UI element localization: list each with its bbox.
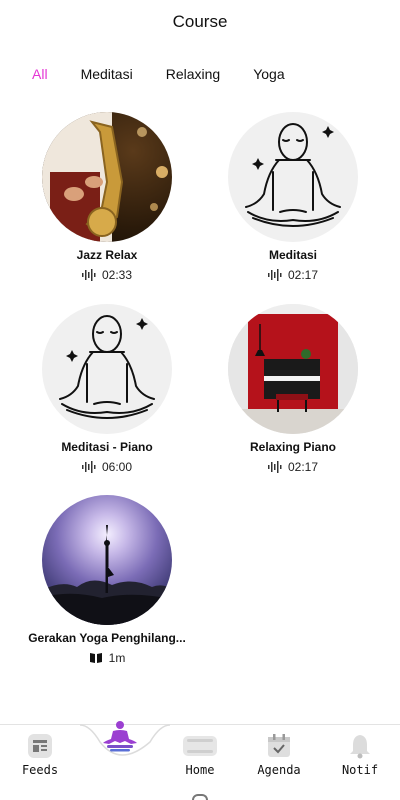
audio-wave-icon (81, 269, 96, 281)
feeds-icon (28, 734, 52, 758)
calendar-check-icon (268, 734, 290, 757)
course-thumbnail (42, 112, 172, 242)
course-card[interactable]: Jazz Relax 02:33 (14, 112, 200, 282)
course-title: Gerakan Yoga Penghilang... (28, 631, 186, 645)
course-title: Relaxing Piano (249, 440, 337, 454)
course-title: Meditasi - Piano (61, 440, 153, 454)
tab-all[interactable]: All (32, 66, 48, 82)
course-duration: 06:00 (101, 460, 133, 474)
bottom-navigation: Feeds Home Agenda Notif (0, 721, 400, 800)
yoga-silhouette-image (42, 525, 172, 625)
course-meta: 02:17 (200, 268, 386, 282)
course-meta: 06:00 (14, 460, 200, 474)
course-card[interactable]: Relaxing Piano 02:17 (200, 304, 386, 474)
book-icon (89, 653, 102, 663)
nav-agenda[interactable]: Agenda (249, 733, 309, 777)
course-title: Meditasi (268, 248, 317, 262)
nav-home[interactable]: Home (170, 733, 230, 777)
home-indicator (192, 794, 208, 800)
course-meta: 02:33 (14, 268, 200, 282)
category-tabs: All Meditasi Relaxing Yoga (0, 44, 400, 104)
meditation-line-art-image (245, 123, 341, 227)
course-thumbnail (42, 304, 172, 434)
saxophone-player-image (42, 112, 168, 242)
home-icon (183, 736, 217, 756)
app-header: Course (0, 0, 400, 44)
nav-notif-label: Notif (341, 763, 379, 777)
course-duration: 1m (108, 651, 126, 665)
course-meta: 02:17 (200, 460, 386, 474)
course-title: Jazz Relax (76, 248, 138, 262)
nav-feeds-label: Feeds (21, 763, 59, 777)
tab-meditasi[interactable]: Meditasi (81, 66, 133, 82)
course-duration: 02:17 (287, 268, 319, 282)
course-thumbnail (228, 112, 358, 242)
course-meta: 1m (14, 651, 200, 665)
meditation-icon (103, 721, 137, 752)
meditation-center-button[interactable] (101, 719, 139, 758)
audio-wave-icon (267, 269, 282, 281)
nav-feeds[interactable]: Feeds (10, 733, 70, 777)
course-duration: 02:33 (101, 268, 133, 282)
nav-home-label: Home (185, 763, 215, 777)
nav-agenda-label: Agenda (257, 763, 301, 777)
tab-relaxing[interactable]: Relaxing (166, 66, 220, 82)
course-card[interactable]: Meditasi - Piano 06:00 (14, 304, 200, 474)
course-card[interactable]: Gerakan Yoga Penghilang... 1m (14, 495, 200, 665)
page-title: Course (172, 12, 228, 31)
piano-room-image (228, 304, 358, 434)
course-thumbnail (42, 495, 172, 625)
nav-notif[interactable]: Notif (330, 733, 390, 777)
audio-wave-icon (81, 461, 96, 473)
course-card[interactable]: Meditasi 02:17 (200, 112, 386, 282)
course-duration: 02:17 (287, 460, 319, 474)
audio-wave-icon (267, 461, 282, 473)
course-thumbnail (228, 304, 358, 434)
bell-icon (350, 735, 370, 759)
meditation-line-art-image (59, 315, 155, 419)
tab-yoga[interactable]: Yoga (253, 66, 284, 82)
